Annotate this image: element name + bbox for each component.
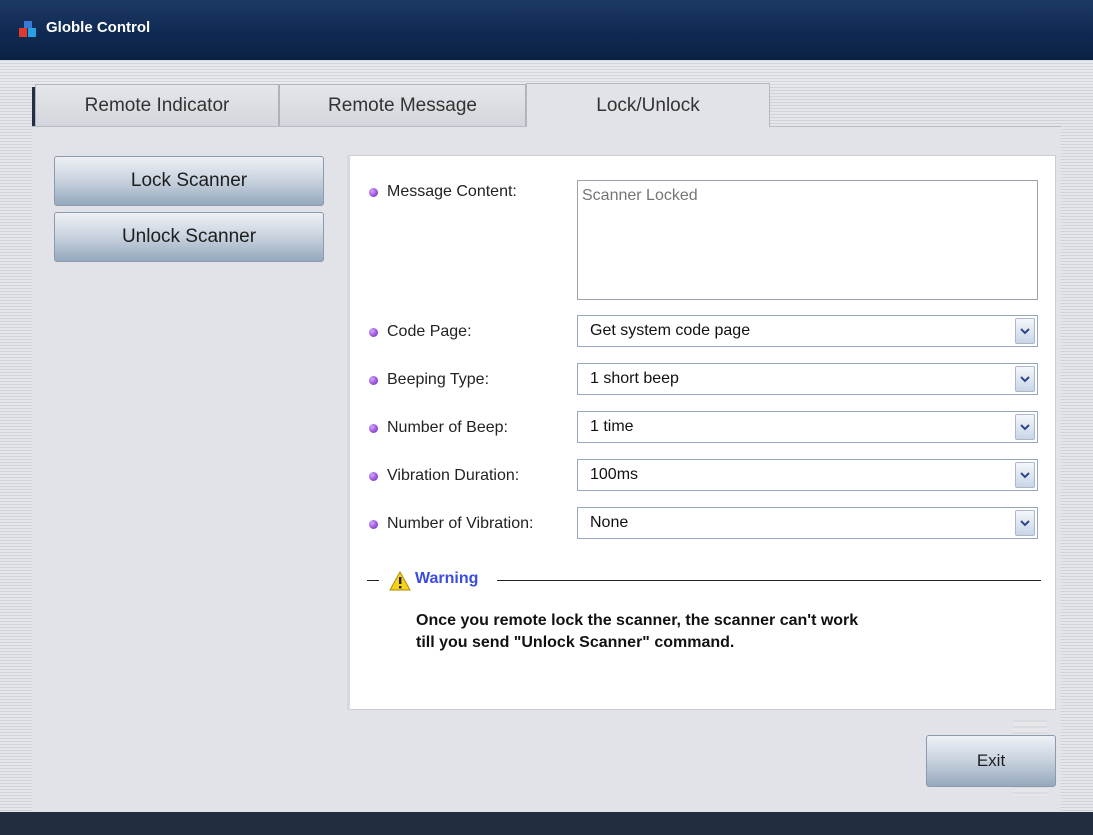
bullet-icon (369, 375, 378, 385)
warning-divider-left (367, 580, 379, 581)
bullet-icon (369, 471, 378, 481)
message-content-input[interactable] (577, 180, 1038, 300)
bullet-icon (369, 187, 378, 197)
warning-line-2: till you send "Unlock Scanner" command. (416, 634, 735, 651)
chevron-down-icon[interactable] (1015, 462, 1035, 488)
lock-scanner-button[interactable]: Lock Scanner (54, 156, 324, 206)
vibration-duration-label: Vibration Duration: (369, 466, 519, 486)
tab-lock-unlock[interactable]: Lock/Unlock (526, 83, 770, 127)
exit-button[interactable]: Exit (926, 735, 1056, 787)
message-content-label: Message Content: (369, 182, 517, 202)
warning-message: Once you remote lock the scanner, the sc… (416, 610, 1016, 654)
warning-triangle-icon (389, 571, 411, 591)
bullet-icon (369, 327, 378, 337)
app-logo-icon (19, 21, 36, 37)
unlock-scanner-label: Unlock Scanner (121, 226, 257, 247)
number-of-beep-value: 1 time (590, 418, 634, 435)
bullet-icon (369, 423, 378, 433)
bullet-icon (369, 519, 378, 529)
vibration-duration-value: 100ms (590, 466, 639, 483)
chevron-down-icon[interactable] (1015, 318, 1035, 344)
number-of-beep-label: Number of Beep: (369, 418, 508, 438)
window-title: Globle Control (46, 19, 151, 36)
beeping-type-label: Beeping Type: (369, 370, 489, 390)
code-page-select[interactable]: Get system code page (577, 315, 1038, 347)
beeping-type-select[interactable]: 1 short beep (577, 363, 1038, 395)
chevron-down-icon[interactable] (1015, 366, 1035, 392)
warning-line-1: Once you remote lock the scanner, the sc… (416, 612, 859, 629)
number-of-beep-select[interactable]: 1 time (577, 411, 1038, 443)
right-border (1061, 87, 1093, 812)
number-of-vibration-value: None (590, 514, 629, 531)
number-of-vibration-select[interactable]: None (577, 507, 1038, 539)
beeping-type-value: 1 short beep (590, 370, 679, 387)
left-border (0, 87, 32, 812)
code-page-label: Code Page: (369, 322, 472, 342)
chevron-down-icon[interactable] (1015, 414, 1035, 440)
chevron-down-icon[interactable] (1015, 510, 1035, 536)
code-page-value: Get system code page (590, 322, 751, 339)
tab-label: Remote Message (328, 94, 477, 116)
warning-title: Warning (415, 570, 479, 587)
bottom-border (0, 812, 1093, 835)
tab-remote-message[interactable]: Remote Message (279, 84, 526, 126)
panel-shadow (347, 155, 350, 710)
title-bar: Globle Control (0, 0, 1093, 60)
exit-label: Exit (976, 751, 1006, 770)
lock-scanner-label: Lock Scanner (130, 170, 248, 191)
number-of-vibration-label: Number of Vibration: (369, 514, 533, 534)
tab-remote-indicator[interactable]: Remote Indicator (35, 84, 279, 126)
unlock-scanner-button[interactable]: Unlock Scanner (54, 212, 324, 262)
tab-label: Remote Indicator (84, 94, 230, 116)
vibration-duration-select[interactable]: 100ms (577, 459, 1038, 491)
tab-row-filler (770, 87, 1061, 127)
warning-divider-right (497, 580, 1041, 581)
tab-label: Lock/Unlock (596, 94, 700, 116)
